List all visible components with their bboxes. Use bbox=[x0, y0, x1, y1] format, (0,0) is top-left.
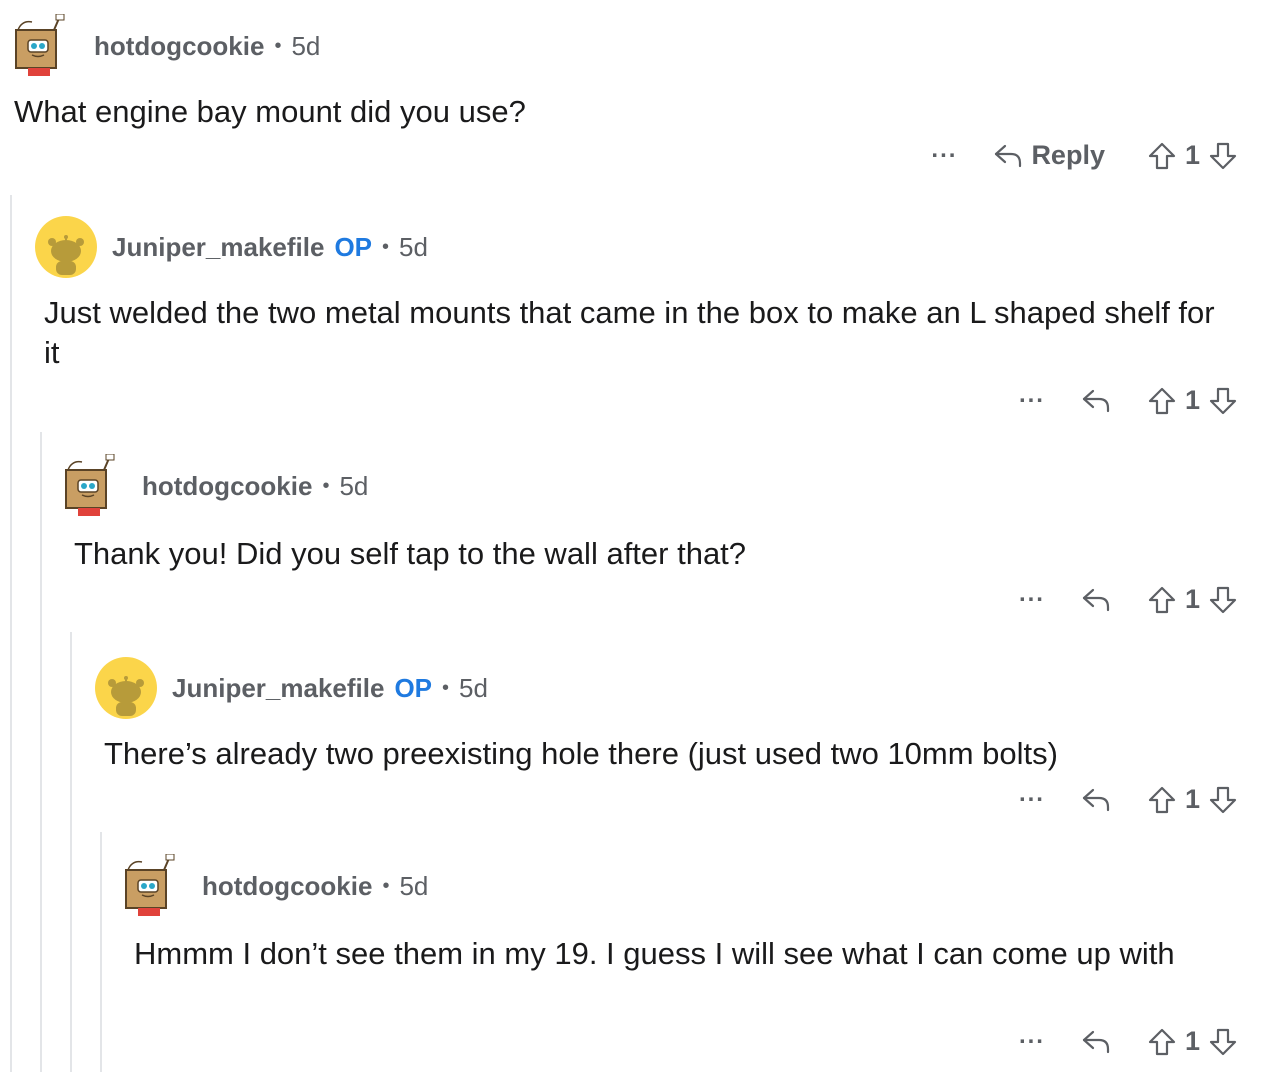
comment-meta: Juniper_makefile OP • 5d bbox=[172, 673, 488, 704]
thread-line-2 bbox=[40, 432, 42, 1072]
vote-score: 1 bbox=[1184, 385, 1200, 415]
vote-score: 1 bbox=[1184, 1026, 1200, 1056]
reply-arrow-icon bbox=[1082, 1030, 1110, 1053]
comment-body: What engine bay mount did you use? bbox=[14, 94, 526, 129]
reply-button[interactable] bbox=[1081, 787, 1111, 813]
reply-arrow-icon bbox=[1082, 389, 1110, 412]
separator-dot: • bbox=[274, 34, 282, 57]
timestamp[interactable]: 5d bbox=[399, 232, 428, 263]
reply-arrow-icon bbox=[1082, 588, 1110, 611]
timestamp[interactable]: 5d bbox=[339, 471, 368, 502]
reply-arrow-icon bbox=[1082, 788, 1110, 811]
more-options-button[interactable]: ... bbox=[931, 137, 957, 162]
comment-meta: hotdogcookie • 5d bbox=[142, 471, 368, 502]
timestamp[interactable]: 5d bbox=[291, 31, 320, 62]
more-options-button[interactable]: ... bbox=[1019, 1023, 1045, 1048]
downvote-arrow-icon[interactable] bbox=[1208, 785, 1238, 815]
username-link[interactable]: hotdogcookie bbox=[94, 31, 264, 62]
reply-button[interactable] bbox=[1081, 587, 1111, 613]
comment-meta: hotdogcookie • 5d bbox=[94, 31, 320, 62]
username-link[interactable]: Juniper_makefile bbox=[172, 673, 384, 704]
comment-body: There’s already two preexisting hole the… bbox=[104, 736, 1058, 771]
downvote-arrow-icon[interactable] bbox=[1208, 585, 1238, 615]
username-link[interactable]: Juniper_makefile bbox=[112, 232, 324, 263]
comment-header: hotdogcookie • 5d bbox=[14, 14, 320, 78]
vote-controls: 1 bbox=[1147, 784, 1238, 815]
vote-score: 1 bbox=[1184, 784, 1200, 814]
reply-arrow-icon bbox=[995, 144, 1022, 167]
upvote-arrow-icon[interactable] bbox=[1147, 785, 1177, 815]
comment: hotdogcookie • 5d Thank you! Did you sel… bbox=[65, 432, 1280, 632]
op-badge: OP bbox=[334, 231, 373, 262]
comment-actions: ... 1 bbox=[1019, 382, 1238, 416]
upvote-arrow-icon[interactable] bbox=[1147, 585, 1177, 615]
cardboard-box-avatar-icon[interactable] bbox=[14, 14, 78, 78]
more-options-button[interactable]: ... bbox=[1019, 581, 1045, 606]
vote-controls: 1 bbox=[1147, 140, 1238, 171]
reply-button[interactable] bbox=[1081, 388, 1111, 414]
separator-dot: • bbox=[382, 874, 390, 897]
vote-score: 1 bbox=[1184, 140, 1200, 170]
comment-actions: ... Reply 1 bbox=[931, 137, 1238, 171]
more-options-button[interactable]: ... bbox=[1019, 781, 1045, 806]
downvote-arrow-icon[interactable] bbox=[1208, 141, 1238, 171]
separator-dot: • bbox=[442, 676, 450, 699]
comment-body: Hmmm I don’t see them in my 19. I guess … bbox=[134, 936, 1175, 971]
vote-controls: 1 bbox=[1147, 1026, 1238, 1057]
timestamp[interactable]: 5d bbox=[399, 871, 428, 902]
thread-line-3 bbox=[70, 632, 72, 1072]
op-badge: OP bbox=[394, 672, 433, 703]
comment-actions: ... 1 bbox=[1019, 781, 1238, 815]
comment-actions: ... 1 bbox=[1019, 1023, 1238, 1057]
vote-controls: 1 bbox=[1147, 385, 1238, 416]
downvote-arrow-icon[interactable] bbox=[1208, 386, 1238, 416]
comment-meta: hotdogcookie • 5d bbox=[202, 871, 428, 902]
separator-dot: • bbox=[322, 474, 330, 497]
vote-score: 1 bbox=[1184, 584, 1200, 614]
more-options-button[interactable]: ... bbox=[1019, 382, 1045, 407]
vote-controls: 1 bbox=[1147, 584, 1238, 615]
comment-actions: ... 1 bbox=[1019, 581, 1238, 615]
username-link[interactable]: hotdogcookie bbox=[142, 471, 312, 502]
comment-body: Just welded the two metal mounts that ca… bbox=[44, 295, 1215, 370]
upvote-arrow-icon[interactable] bbox=[1147, 1027, 1177, 1057]
comment: hotdogcookie • 5d Hmmm I don’t see them … bbox=[125, 832, 1280, 1072]
downvote-arrow-icon[interactable] bbox=[1208, 1027, 1238, 1057]
upvote-arrow-icon[interactable] bbox=[1147, 386, 1177, 416]
comment: hotdogcookie • 5d What engine bay mount … bbox=[14, 0, 1280, 195]
reply-button[interactable]: Reply bbox=[993, 140, 1105, 171]
comment: Juniper_makefile OP • 5d Just welded the… bbox=[35, 195, 1280, 432]
username-link[interactable]: hotdogcookie bbox=[202, 871, 372, 902]
comment-header: hotdogcookie • 5d bbox=[125, 854, 428, 918]
cardboard-box-avatar-icon[interactable] bbox=[64, 454, 128, 518]
reply-label: Reply bbox=[1031, 140, 1105, 170]
comment-meta: Juniper_makefile OP • 5d bbox=[112, 232, 428, 263]
separator-dot: • bbox=[382, 235, 390, 258]
cardboard-box-avatar-icon[interactable] bbox=[124, 854, 188, 918]
reply-button[interactable] bbox=[1081, 1029, 1111, 1055]
thread-line-4 bbox=[100, 832, 102, 1072]
comment-header: hotdogcookie • 5d bbox=[65, 454, 368, 518]
default-snoo-avatar-icon[interactable] bbox=[94, 656, 158, 720]
thread-line-1 bbox=[10, 195, 12, 1072]
comment-header: Juniper_makefile OP • 5d bbox=[95, 656, 488, 720]
comment-body: Thank you! Did you self tap to the wall … bbox=[74, 536, 747, 571]
comment: Juniper_makefile OP • 5d There’s already… bbox=[95, 632, 1280, 832]
comment-header: Juniper_makefile OP • 5d bbox=[35, 215, 428, 279]
upvote-arrow-icon[interactable] bbox=[1147, 141, 1177, 171]
timestamp[interactable]: 5d bbox=[459, 673, 488, 704]
default-snoo-avatar-icon[interactable] bbox=[34, 215, 98, 279]
